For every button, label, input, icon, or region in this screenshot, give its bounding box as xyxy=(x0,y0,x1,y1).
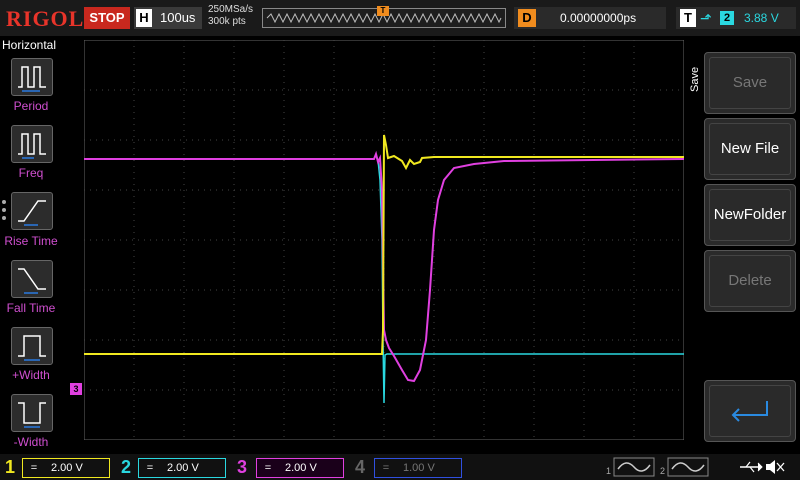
ch4-coupling: = xyxy=(382,462,390,474)
delete-button[interactable]: Delete xyxy=(704,250,796,312)
system-status-area: 1 2 xyxy=(606,457,785,477)
brand-logo: RIGOL xyxy=(6,6,85,31)
period-icon xyxy=(18,66,46,92)
fall-time-icon xyxy=(18,268,46,294)
ch3-scale: 2.00 V xyxy=(285,462,317,474)
ch2-status[interactable]: 2 = 2.00 V xyxy=(114,456,226,478)
new-file-button[interactable]: New File xyxy=(704,118,796,180)
freq-button[interactable] xyxy=(11,125,53,163)
fall-time-label: Fall Time xyxy=(6,301,56,315)
speaker-muted-icon[interactable] xyxy=(766,460,785,474)
save-menu-title: Save xyxy=(689,66,701,92)
negative-width-label: -Width xyxy=(13,435,49,449)
ch3-info: = 2.00 V xyxy=(256,458,344,478)
memory-depth: 300k pts xyxy=(208,16,246,27)
timebase-box[interactable]: H 100us xyxy=(134,7,202,29)
ch1-coupling: = xyxy=(30,462,38,474)
trigger-box[interactable]: T ⬏ 2 3.88 V xyxy=(676,7,796,29)
timebase-value: 100us xyxy=(160,10,196,25)
ch4-number: 4 xyxy=(354,457,365,477)
run-stop-status[interactable]: STOP xyxy=(84,7,130,29)
menu-page-dots xyxy=(2,200,8,224)
ch3-status[interactable]: 3 = 2.00 V xyxy=(228,456,344,478)
trigger-source: 2 xyxy=(720,11,734,25)
generator-2-icon[interactable]: 2 xyxy=(660,457,709,477)
ch4-scale: 1.00 V xyxy=(403,462,435,474)
waveform-display[interactable] xyxy=(84,40,684,440)
new-folder-button[interactable]: NewFolder xyxy=(704,184,796,246)
trigger-position-marker: T xyxy=(377,6,389,16)
trigger-label: T xyxy=(680,9,696,27)
svg-text:1: 1 xyxy=(606,466,611,476)
ch4-status[interactable]: 4 = 1.00 V xyxy=(346,456,464,478)
ch2-info: = 2.00 V xyxy=(138,458,226,478)
usb-icon xyxy=(740,461,763,473)
rising-edge-icon: ⬏ xyxy=(700,10,712,26)
positive-width-label: +Width xyxy=(12,368,50,382)
generator-1-icon[interactable]: 1 xyxy=(606,457,655,477)
frequency-icon xyxy=(18,133,46,159)
ch1-number: 1 xyxy=(4,457,15,477)
positive-width-button[interactable] xyxy=(11,327,53,365)
save-button[interactable]: Save xyxy=(704,52,796,114)
rise-time-button[interactable] xyxy=(11,192,53,230)
ch3-reference-marker[interactable]: 3 xyxy=(70,383,82,395)
delay-box[interactable]: D 0.00000000ps xyxy=(514,7,666,29)
ch4-info: = 1.00 V xyxy=(374,458,462,478)
ch1-scale: 2.00 V xyxy=(51,462,83,474)
positive-width-icon xyxy=(18,335,46,361)
rise-time-icon xyxy=(18,200,46,226)
rise-time-label: Rise Time xyxy=(4,234,58,248)
fall-time-button[interactable] xyxy=(11,260,53,298)
ch3-coupling: = xyxy=(264,462,272,474)
measure-menu-title: Horizontal xyxy=(2,38,57,52)
period-button[interactable] xyxy=(11,58,53,96)
freq-label: Freq xyxy=(18,166,44,180)
trigger-level: 3.88 V xyxy=(744,11,779,25)
ch1-status[interactable]: 1 = 2.00 V xyxy=(0,456,112,478)
enter-button[interactable] xyxy=(704,380,796,442)
sample-rate: 250MSa/s xyxy=(208,4,254,15)
timebase-label: H xyxy=(136,9,152,27)
delay-label: D xyxy=(518,9,536,27)
negative-width-button[interactable] xyxy=(11,394,53,432)
delay-value: 0.00000000ps xyxy=(560,11,637,25)
period-label: Period xyxy=(13,99,49,113)
ch3-number: 3 xyxy=(236,457,247,477)
svg-text:2: 2 xyxy=(660,466,665,476)
ch2-scale: 2.00 V xyxy=(167,462,199,474)
ch2-number: 2 xyxy=(120,457,131,477)
enter-icon xyxy=(731,401,768,422)
ch1-info: = 2.00 V xyxy=(22,458,110,478)
ch2-coupling: = xyxy=(146,462,154,474)
negative-width-icon xyxy=(18,402,46,428)
